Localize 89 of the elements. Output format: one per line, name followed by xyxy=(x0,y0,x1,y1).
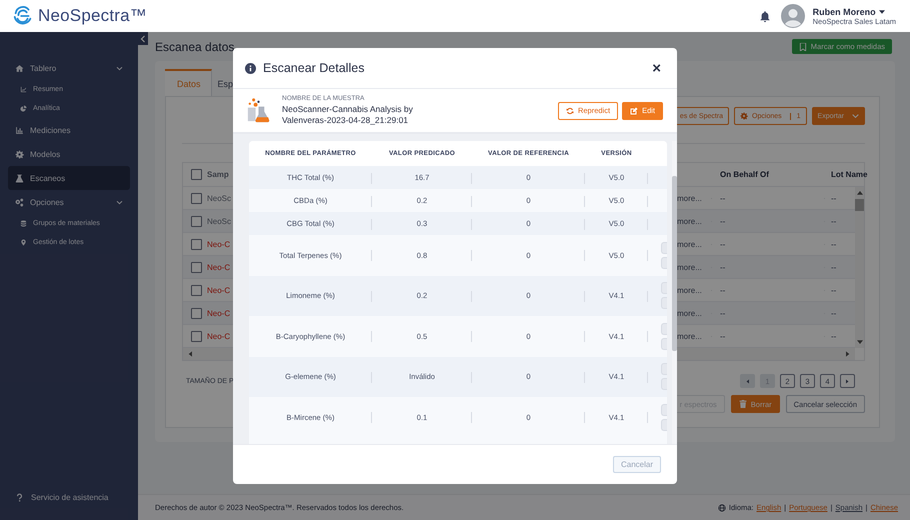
table-cell: -- xyxy=(712,216,825,226)
refresh-icon xyxy=(566,106,574,114)
caret-icon[interactable] xyxy=(878,10,885,14)
checkbox[interactable] xyxy=(191,192,202,204)
checkbox[interactable] xyxy=(191,262,202,272)
line-chart-icon xyxy=(20,86,27,93)
table-cell: more... xyxy=(677,262,712,272)
checkbox[interactable] xyxy=(191,238,202,250)
help-link[interactable]: Servicio de asistencia xyxy=(0,493,138,502)
sidebar-item[interactable]: Opciones xyxy=(8,190,130,214)
checkbox[interactable] xyxy=(191,169,202,180)
vertical-scrollbar[interactable] xyxy=(855,187,864,348)
sample-name: NeoScanner-Cannabis Analysis by Valenveras-2023-04-28_21:29:01 xyxy=(282,104,414,126)
collapse-button[interactable] xyxy=(138,32,148,45)
checkbox[interactable] xyxy=(191,330,202,342)
bell-icon[interactable] xyxy=(758,10,771,22)
sidebar-item[interactable]: Escaneos xyxy=(8,166,130,190)
checkbox[interactable] xyxy=(191,308,202,318)
sidebar-item[interactable]: Tablero xyxy=(8,56,130,80)
table-cell-text: Neo-C xyxy=(207,332,232,340)
up-arrow-icon xyxy=(856,190,862,195)
table-cell: more... xyxy=(677,216,712,226)
left-arrow-icon xyxy=(188,351,192,357)
flask-icon xyxy=(245,97,272,124)
table-cell-text: -- xyxy=(830,240,838,248)
checkbox[interactable] xyxy=(191,216,202,226)
table-cell-text: -- xyxy=(830,286,838,294)
table-cell: more... xyxy=(677,194,712,202)
previous-page-button[interactable] xyxy=(740,374,755,388)
sidebar-item[interactable]: Mediciones xyxy=(8,118,130,142)
right-arrow-icon xyxy=(846,351,850,357)
user-name[interactable]: Ruben Moreno xyxy=(812,6,876,16)
table-cell: -- xyxy=(712,286,825,294)
scrollbar-thumb[interactable] xyxy=(672,176,677,351)
table-cell-text: Neo-C xyxy=(207,240,232,248)
table-cell-text: -- xyxy=(830,308,838,318)
chevron-down-icon xyxy=(852,113,859,119)
chevron-left-icon xyxy=(140,34,146,42)
info-icon xyxy=(245,62,256,74)
table-cell: -- xyxy=(712,332,825,340)
table-cell-text: Neo-C xyxy=(207,262,232,272)
bar-chart-icon xyxy=(15,126,24,134)
table-cell: -- xyxy=(712,194,825,202)
cancel-button[interactable]: Cancelar xyxy=(612,456,661,473)
table-cell: -- xyxy=(712,308,825,318)
gear-icon xyxy=(15,150,24,158)
sidebar-item[interactable]: Modelos xyxy=(8,142,130,166)
database-icon xyxy=(20,220,27,227)
table-cell-text: Neo-C xyxy=(207,286,232,294)
scrollbar-thumb[interactable] xyxy=(855,199,864,211)
home-icon xyxy=(15,64,24,72)
table-cell-text: -- xyxy=(830,194,838,202)
pin-icon xyxy=(20,239,27,246)
table-cell-text: NeoSc xyxy=(207,194,232,202)
edit-icon xyxy=(630,106,638,114)
table-cell: -- xyxy=(712,240,825,248)
table-cell-text: -- xyxy=(830,332,838,340)
flask-icon xyxy=(15,174,24,182)
table-cell: more... xyxy=(677,240,712,248)
gears-icon xyxy=(15,198,24,206)
column-header: Samp xyxy=(207,170,230,179)
bookmark-icon xyxy=(798,42,807,50)
table-cell: more... xyxy=(677,308,712,318)
table-cell-text: NeoSc xyxy=(207,216,232,226)
table-cell: more... xyxy=(677,286,712,294)
gear-icon xyxy=(740,112,748,120)
globe-icon xyxy=(718,504,726,512)
column-header: On Behalf Of xyxy=(719,170,770,179)
checkbox[interactable] xyxy=(191,284,202,296)
next-page-button[interactable] xyxy=(840,374,855,388)
close-button[interactable]: × xyxy=(650,60,663,76)
column-header: Lot Name xyxy=(830,170,865,179)
pie-chart-icon xyxy=(20,105,27,112)
down-arrow-icon xyxy=(856,340,862,345)
table-cell: -- xyxy=(712,262,825,272)
table-cell-text: -- xyxy=(830,216,838,226)
avatar-icon[interactable] xyxy=(780,4,805,28)
modal-title: Escanear Detalles xyxy=(263,61,366,75)
table-cell-text: -- xyxy=(830,262,838,272)
trash-icon xyxy=(738,400,747,408)
tab[interactable]: Datos xyxy=(165,69,212,96)
logo-text: NeoSpectra™ xyxy=(38,6,147,26)
right-arrow-icon xyxy=(846,378,849,384)
question-icon xyxy=(15,493,24,502)
table-cell: more... xyxy=(677,332,712,340)
logo-icon xyxy=(12,5,34,27)
left-arrow-icon xyxy=(746,378,749,384)
page-title: Escanea datos xyxy=(155,40,234,54)
table-cell-text: Neo-C xyxy=(207,308,232,318)
